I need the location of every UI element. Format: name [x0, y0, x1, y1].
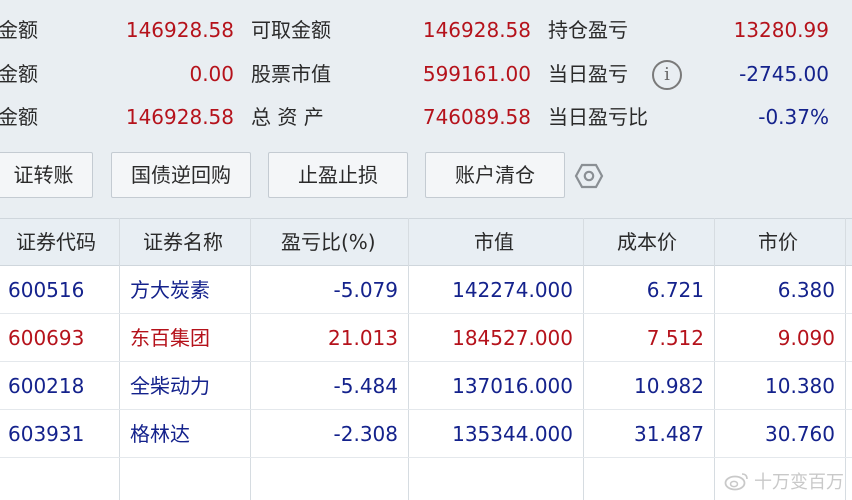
col-header-code[interactable]: 证券代码 — [16, 219, 96, 265]
total-funds-value: 146928.58 — [125, 105, 234, 129]
daily-pnl-value: -2745.00 — [739, 62, 829, 86]
col-header-market-price[interactable]: 市价 — [758, 219, 798, 265]
stop-profit-loss-button[interactable]: 止盈止损 — [268, 152, 408, 198]
bank-transfer-button[interactable]: 证转账 — [0, 152, 93, 198]
cell-code: 600218 — [8, 374, 85, 398]
cell-market-price: 6.380 — [777, 278, 835, 302]
stock-market-value-value: 599161.00 — [422, 62, 531, 86]
col-header-cost-price[interactable]: 成本价 — [617, 219, 677, 265]
cell-market-value: 184527.000 — [452, 326, 573, 350]
daily-pnl-ratio-value: -0.37% — [758, 105, 829, 129]
daily-pnl-label: 当日盈亏 — [548, 62, 628, 86]
cell-name: 方大炭素 — [130, 278, 210, 302]
cell-market-value: 142274.000 — [452, 278, 573, 302]
col-header-market-value[interactable]: 市值 — [474, 219, 514, 265]
available-balance-value: 146928.58 — [125, 18, 234, 42]
cell-code: 600516 — [8, 278, 85, 302]
table-row[interactable]: 600218 全柴动力 -5.484 137016.000 10.982 10.… — [0, 362, 852, 410]
cell-pnl-ratio: -2.308 — [333, 422, 398, 446]
cell-market-price: 30.760 — [765, 422, 835, 446]
total-assets-value: 746089.58 — [422, 105, 531, 129]
cell-market-price: 9.090 — [777, 326, 835, 350]
info-icon[interactable]: i — [652, 60, 682, 90]
cell-name: 东百集团 — [130, 326, 210, 350]
cell-code: 600693 — [8, 326, 85, 350]
cell-pnl-ratio: -5.484 — [333, 374, 398, 398]
cell-code: 603931 — [8, 422, 85, 446]
table-row[interactable]: 600516 方大炭素 -5.079 142274.000 6.721 6.38… — [0, 266, 852, 314]
position-pnl-label: 持仓盈亏 — [548, 18, 628, 42]
cell-cost-price: 6.721 — [646, 278, 704, 302]
cell-market-value: 135344.000 — [452, 422, 573, 446]
account-summary-panel: 金额 146928.58 可取金额 146928.58 持仓盈亏 13280.9… — [0, 0, 852, 218]
cell-cost-price: 31.487 — [634, 422, 704, 446]
watermark-text: 十万变百万 — [754, 472, 844, 493]
cell-market-price: 10.380 — [765, 374, 835, 398]
reverse-repo-button[interactable]: 国债逆回购 — [111, 152, 251, 198]
total-assets-label: 总 资 产 — [251, 105, 324, 129]
col-header-pnl-ratio[interactable]: 盈亏比(%) — [281, 219, 376, 265]
cell-cost-price: 7.512 — [646, 326, 704, 350]
daily-pnl-ratio-label: 当日盈亏比 — [548, 105, 648, 129]
cell-cost-price: 10.982 — [634, 374, 704, 398]
total-funds-label: 金额 — [0, 105, 38, 129]
cell-name: 格林达 — [130, 422, 190, 446]
weibo-icon — [724, 473, 748, 491]
cell-name: 全柴动力 — [130, 374, 210, 398]
frozen-amount-label: 金额 — [0, 62, 38, 86]
stock-market-value-label: 股票市值 — [251, 62, 331, 86]
cell-pnl-ratio: 21.013 — [328, 326, 398, 350]
clear-positions-button[interactable]: 账户清仓 — [425, 152, 565, 198]
holdings-table-header: 证券代码 证券名称 盈亏比(%) 市值 成本价 市价 — [0, 218, 852, 266]
withdrawable-label: 可取金额 — [251, 18, 331, 42]
withdrawable-value: 146928.58 — [422, 18, 531, 42]
settings-hexagon-icon[interactable] — [574, 162, 604, 190]
position-pnl-value: 13280.99 — [733, 18, 829, 42]
frozen-amount-value: 0.00 — [189, 62, 234, 86]
available-balance-label: 金额 — [0, 18, 38, 42]
cell-pnl-ratio: -5.079 — [333, 278, 398, 302]
cell-market-value: 137016.000 — [452, 374, 573, 398]
table-row[interactable]: 603931 格林达 -2.308 135344.000 31.487 30.7… — [0, 410, 852, 458]
table-row[interactable]: 600693 东百集团 21.013 184527.000 7.512 9.09… — [0, 314, 852, 362]
watermark: 十万变百万 — [724, 468, 844, 494]
col-header-name[interactable]: 证券名称 — [143, 219, 223, 265]
